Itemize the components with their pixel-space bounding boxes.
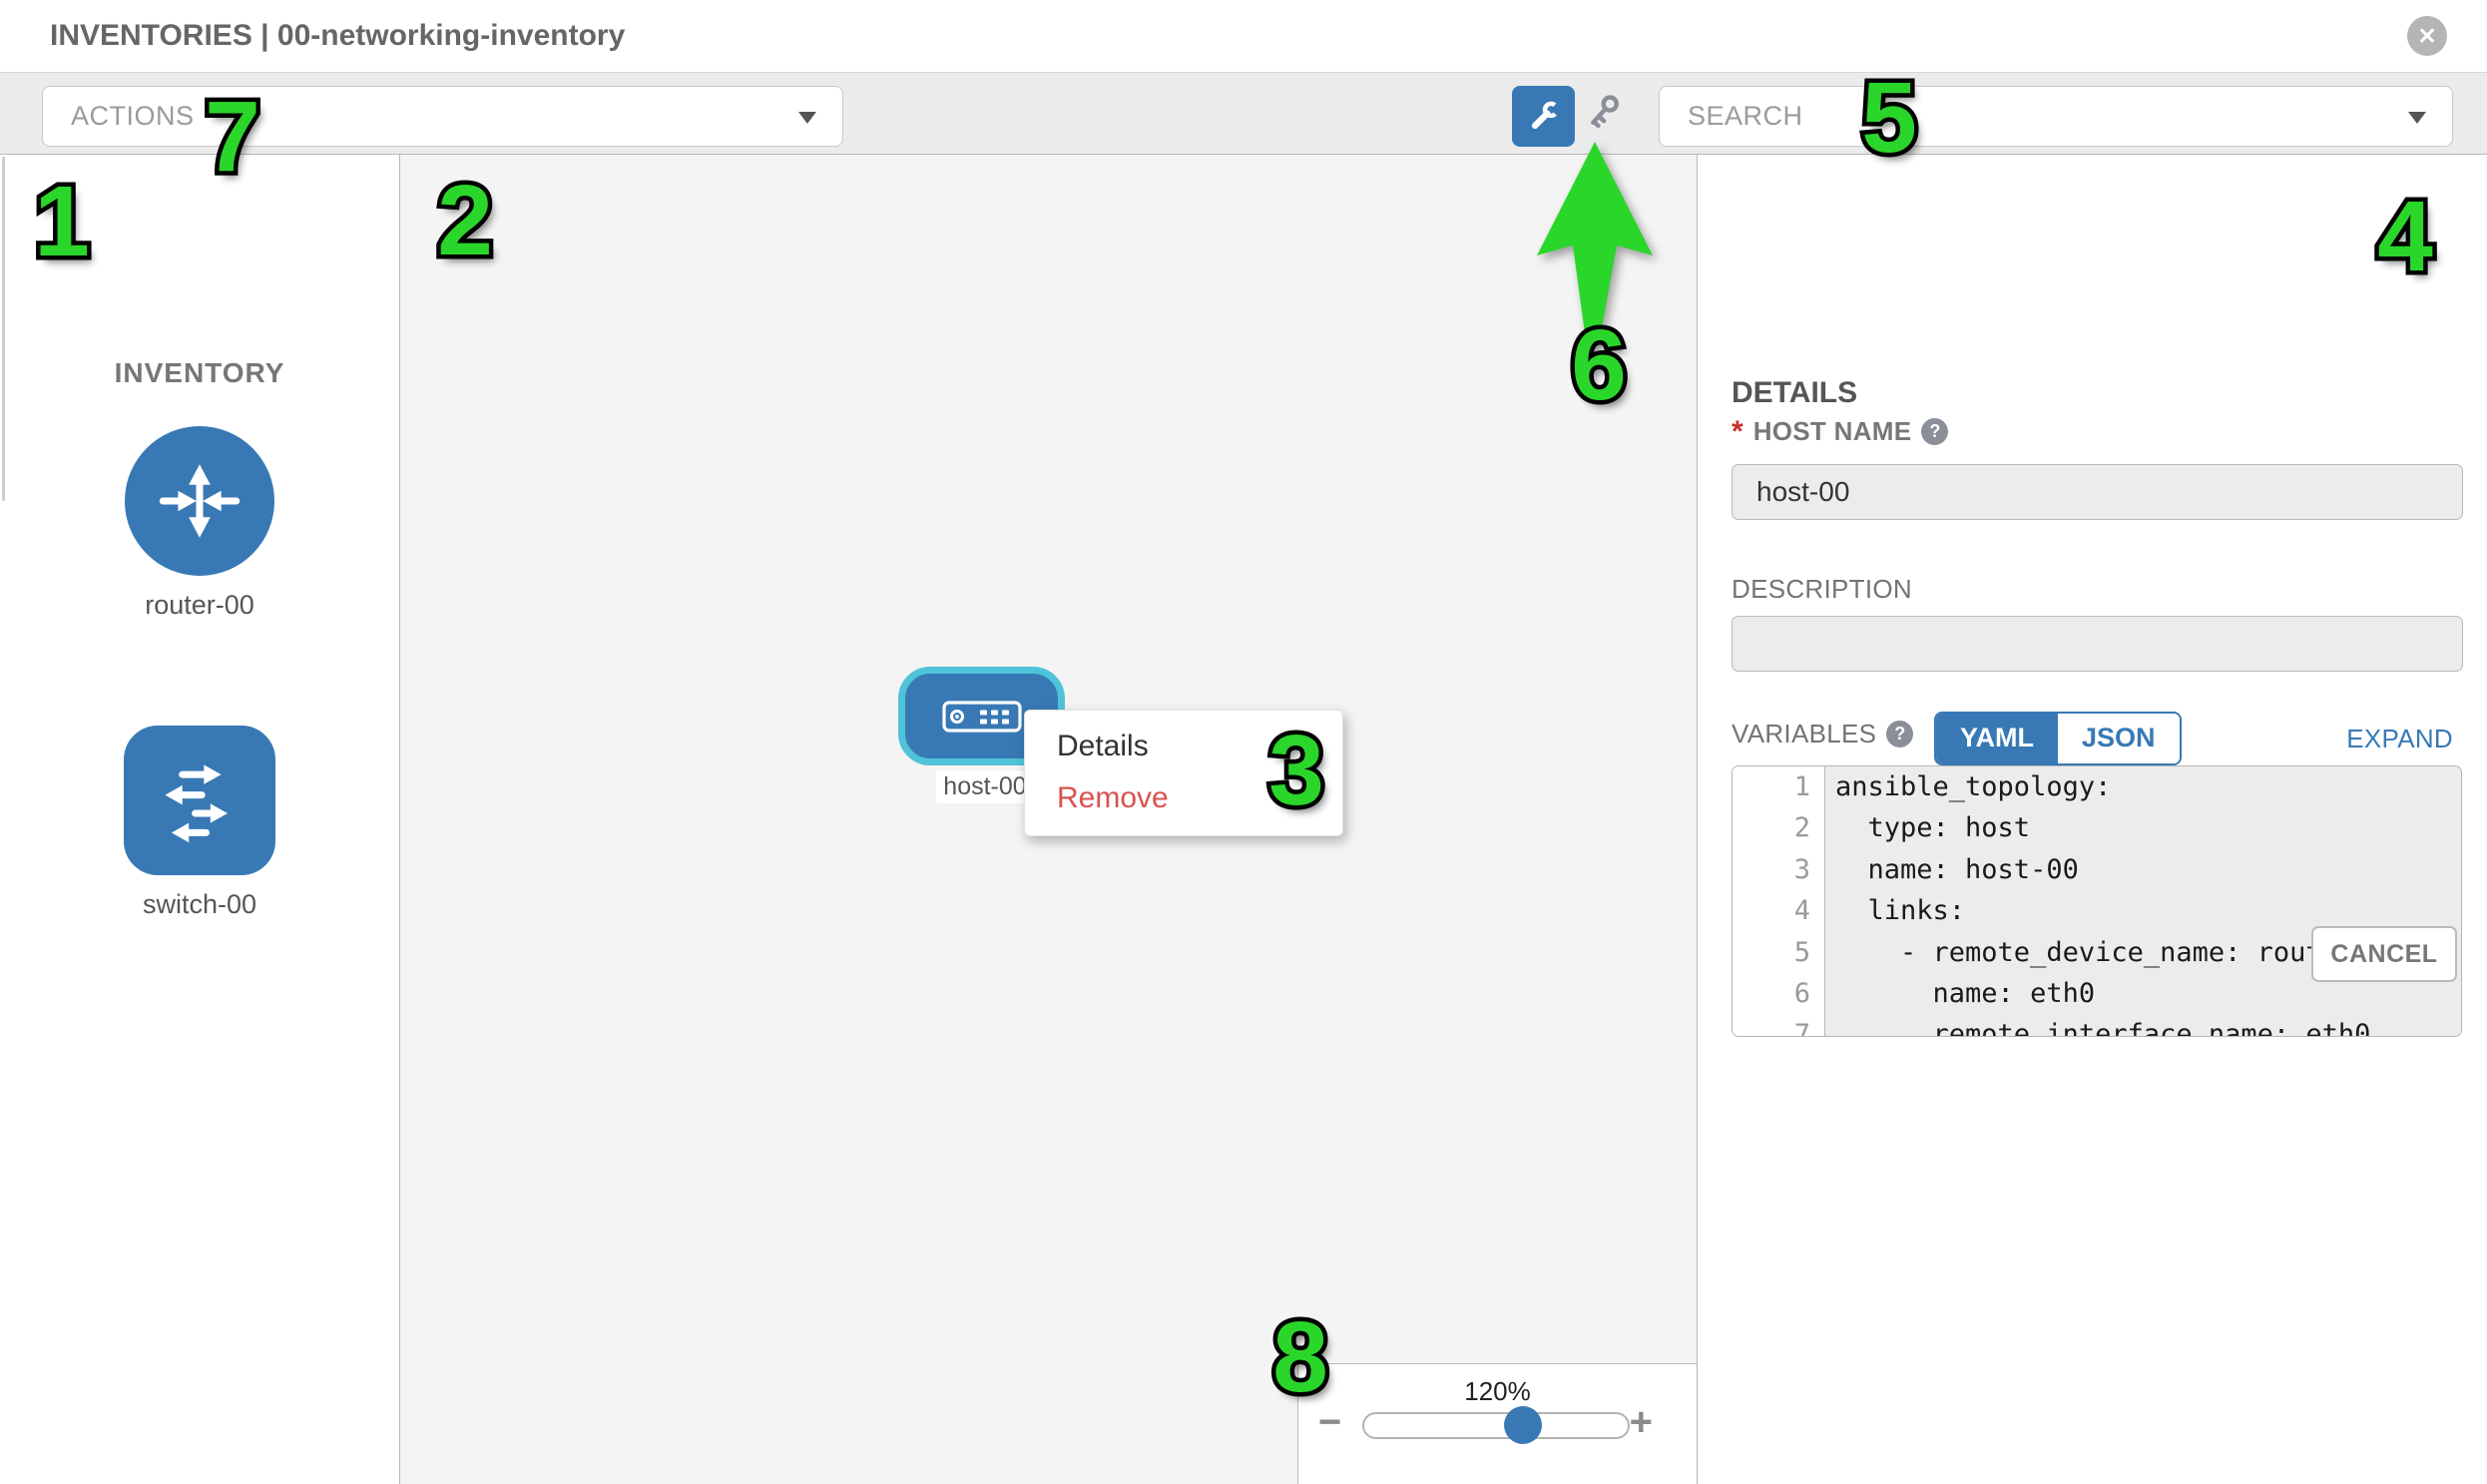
annotation-digit-8: 8 — [1272, 1307, 1328, 1407]
annotation-digit-6: 6 — [1571, 315, 1627, 415]
line-text: type: host — [1825, 807, 2461, 848]
annotation-digit-3: 3 — [1268, 721, 1324, 820]
zoom-slider-track[interactable] — [1362, 1412, 1630, 1439]
description-field[interactable] — [1732, 616, 2463, 672]
toolbar: ACTIONS SEARCH — [0, 72, 2487, 156]
line-text: name: host-00 — [1825, 849, 2461, 890]
details-panel-title: DETAILS — [1732, 376, 1857, 410]
variables-code-editor[interactable]: 1ansible_topology: 2 type: host 3 name: … — [1732, 765, 2462, 1037]
sidebar-edge-divider — [2, 157, 5, 501]
line-number: 6 — [1733, 973, 1825, 1014]
code-line: 1ansible_topology: — [1733, 766, 2461, 807]
description-label: DESCRIPTION — [1732, 574, 1912, 605]
cancel-button[interactable]: CANCEL — [2311, 926, 2457, 982]
line-text: remote_interface_name: eth0 — [1825, 1014, 2461, 1037]
line-text: ansible_topology: — [1825, 766, 2461, 807]
switch-label: switch-00 — [110, 889, 289, 920]
variables-label: VARIABLES — [1732, 719, 1876, 749]
chevron-down-icon — [798, 112, 816, 124]
zoom-slider-thumb[interactable] — [1504, 1406, 1542, 1444]
help-icon[interactable]: ? — [1886, 721, 1913, 747]
sidebar-title: INVENTORY — [0, 357, 399, 389]
details-panel: DETAILS * HOST NAME ? DESCRIPTION VARIAB… — [1698, 155, 2487, 1484]
json-toggle-button[interactable]: JSON — [2058, 714, 2180, 763]
search-dropdown-label: SEARCH — [1688, 87, 1803, 146]
code-line: 2 type: host — [1733, 807, 2461, 848]
router-label: router-00 — [110, 590, 289, 621]
code-line: 7 remote_interface_name: eth0 — [1733, 1014, 2461, 1037]
switch-shape — [124, 726, 275, 875]
search-dropdown[interactable]: SEARCH — [1659, 86, 2453, 147]
line-number: 3 — [1733, 849, 1825, 890]
host-node-label: host-00 — [936, 770, 1034, 803]
variables-label-row: VARIABLES ? — [1732, 719, 1913, 749]
close-icon[interactable]: ✕ — [2407, 16, 2447, 56]
wrench-icon — [1524, 97, 1564, 137]
host-icon — [942, 701, 1022, 733]
zoom-control-panel: 120% − + — [1297, 1363, 1697, 1484]
sidebar-item-router[interactable]: router-00 — [110, 426, 289, 621]
zoom-in-button[interactable]: + — [1630, 1400, 1653, 1445]
router-icon — [146, 447, 253, 555]
annotation-arrow-up-icon — [1527, 138, 1667, 337]
expand-link[interactable]: EXPAND — [2346, 724, 2453, 754]
required-marker: * — [1732, 422, 1743, 442]
line-number: 1 — [1733, 766, 1825, 807]
key-button[interactable] — [1583, 93, 1633, 143]
host-name-label-row: * HOST NAME ? — [1732, 416, 1948, 447]
code-line: 3 name: host-00 — [1733, 849, 2461, 890]
host-name-field[interactable] — [1732, 464, 2463, 520]
line-number: 7 — [1733, 1014, 1825, 1037]
inventory-sidebar: INVENTORY — [0, 155, 399, 1484]
line-number: 5 — [1733, 932, 1825, 973]
line-number: 2 — [1733, 807, 1825, 848]
header: INVENTORIES | 00-networking-inventory ✕ — [0, 0, 2487, 72]
inventory-topology-page: INVENTORIES | 00-networking-inventory ✕ … — [0, 0, 2487, 1484]
description-label-row: DESCRIPTION — [1732, 574, 1912, 605]
sidebar-item-switch[interactable]: switch-00 — [110, 726, 289, 920]
annotation-digit-1: 1 — [34, 172, 90, 271]
annotation-digit-4: 4 — [2377, 187, 2433, 286]
annotation-digit-5: 5 — [1861, 68, 1917, 168]
switch-icon — [145, 746, 254, 854]
router-shape — [125, 426, 274, 576]
actions-dropdown[interactable]: ACTIONS — [42, 86, 843, 147]
key-icon — [1585, 95, 1631, 141]
yaml-toggle-button[interactable]: YAML — [1936, 714, 2058, 763]
annotation-digit-7: 7 — [205, 87, 260, 187]
actions-dropdown-label: ACTIONS — [71, 87, 195, 146]
host-name-label: HOST NAME — [1753, 416, 1912, 447]
annotation-digit-2: 2 — [437, 171, 493, 270]
line-number: 4 — [1733, 890, 1825, 931]
help-icon[interactable]: ? — [1921, 418, 1948, 445]
page-title: INVENTORIES | 00-networking-inventory — [50, 0, 625, 72]
variables-format-toggle: YAML JSON — [1934, 712, 2182, 765]
chevron-down-icon — [2408, 112, 2426, 124]
